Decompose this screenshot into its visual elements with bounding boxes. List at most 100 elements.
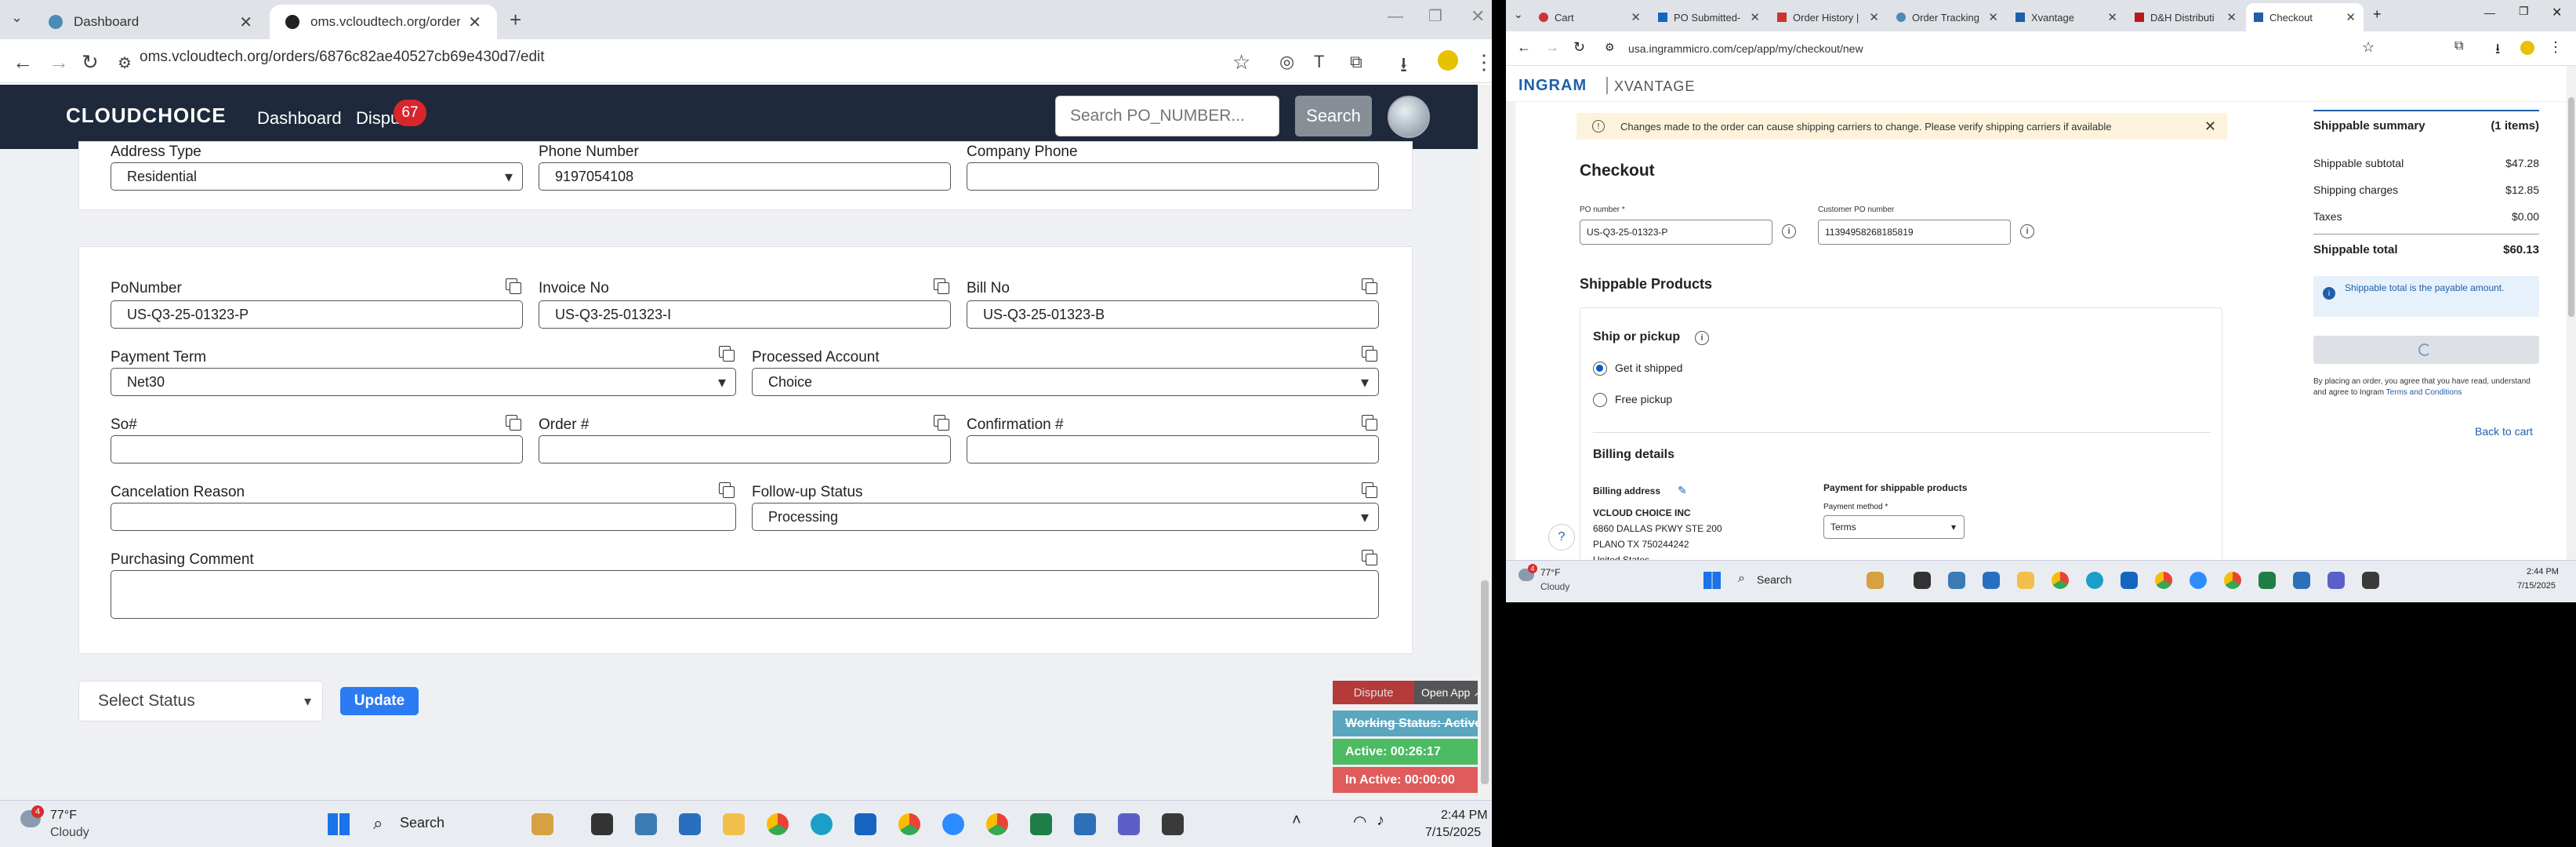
restore-icon[interactable]: ❐ — [2519, 5, 2529, 18]
clock-date[interactable]: 7/15/2025 — [1425, 826, 1481, 840]
tab-list-icon[interactable]: ⌄ — [11, 9, 23, 26]
scrollbar-thumb[interactable] — [1481, 580, 1489, 784]
folder-icon[interactable] — [723, 813, 745, 835]
copy-icon[interactable] — [1362, 482, 1377, 498]
update-button[interactable]: Update — [340, 687, 419, 715]
ship-radio[interactable] — [1593, 362, 1607, 376]
ingram-logo[interactable]: INGRAM — [1518, 77, 1587, 95]
tab-order-tracking[interactable]: Order Tracking ✕ — [1888, 3, 2006, 31]
windows-start-icon[interactable] — [328, 813, 350, 835]
address-bar[interactable]: usa.ingrammicro.com/cep/app/my/checkout/… — [1628, 42, 1863, 55]
forward-icon[interactable]: → — [1545, 39, 1559, 56]
copy-icon[interactable] — [1362, 415, 1377, 431]
teams-icon[interactable] — [1118, 813, 1140, 835]
tab-order-edit[interactable]: oms.vcloudtech.org/orders/68 ✕ — [270, 5, 497, 39]
scrollbar[interactable] — [2567, 66, 2576, 560]
close-icon[interactable]: ✕ — [2107, 10, 2117, 24]
close-icon[interactable]: ✕ — [239, 13, 252, 32]
copy-icon[interactable] — [1362, 278, 1377, 294]
chrome-icon[interactable] — [767, 813, 789, 835]
folder-icon[interactable] — [2017, 572, 2034, 589]
tab-dh-distributing[interactable]: D&H Distributi ✕ — [2127, 3, 2244, 31]
cloudchoice-logo[interactable]: CLOUDCHOICE — [66, 104, 227, 128]
followup-select[interactable]: Processing — [752, 503, 1379, 531]
po-search-input[interactable] — [1055, 96, 1279, 136]
profile-icon[interactable] — [1438, 50, 1458, 71]
dispute-tab[interactable]: Dispute — [1333, 681, 1414, 704]
minimize-icon[interactable]: — — [1388, 8, 1403, 26]
copy-icon[interactable] — [1362, 550, 1377, 565]
widgets-icon[interactable] — [532, 813, 553, 835]
scrollbar-thumb[interactable] — [2568, 97, 2574, 317]
po-number-field[interactable]: US-Q3-25-01323-P — [111, 300, 523, 329]
minimize-icon[interactable]: — — [2484, 6, 2495, 19]
company-phone-field[interactable] — [967, 162, 1379, 191]
menu-icon[interactable]: ⋮ — [2549, 39, 2563, 56]
pickup-radio[interactable] — [1593, 393, 1607, 407]
notes-icon[interactable] — [2362, 572, 2379, 589]
reload-icon[interactable]: ↻ — [1573, 39, 1585, 56]
forward-icon[interactable]: → — [49, 50, 69, 75]
search-icon[interactable]: ⌕ — [373, 813, 383, 834]
address-type-select[interactable]: Residential — [111, 162, 523, 191]
edit-pencil-icon[interactable]: ✎ — [1678, 484, 1687, 497]
reload-icon[interactable]: ↻ — [82, 50, 99, 75]
bookmark-star-icon[interactable]: ☆ — [2362, 39, 2375, 56]
customer-po-field[interactable]: 11394958268185819 — [1818, 220, 2011, 245]
copy-icon[interactable] — [506, 415, 521, 431]
extensions-icon[interactable]: ⧉ — [2454, 39, 2463, 53]
edge-icon[interactable] — [811, 813, 833, 835]
app-icon[interactable] — [1948, 572, 1965, 589]
payment-term-select[interactable]: Net30 — [111, 368, 736, 396]
outlook-icon[interactable] — [2121, 572, 2138, 589]
info-icon[interactable]: i — [2020, 224, 2034, 238]
new-tab-icon[interactable]: + — [510, 8, 521, 32]
profile-icon[interactable] — [2520, 41, 2534, 55]
po-number-field[interactable]: US-Q3-25-01323-P — [1580, 220, 1772, 245]
chrome-icon[interactable] — [2224, 572, 2241, 589]
confirmation-field[interactable] — [967, 435, 1379, 463]
so-field[interactable] — [111, 435, 523, 463]
back-to-cart-link[interactable]: Back to cart — [2475, 425, 2533, 438]
chrome-icon[interactable] — [2052, 572, 2069, 589]
invoice-field[interactable]: US-Q3-25-01323-I — [539, 300, 951, 329]
close-icon[interactable]: ✕ — [1869, 10, 1879, 24]
download-icon[interactable]: ⭳ — [1400, 50, 1407, 85]
snip-icon[interactable] — [2293, 572, 2310, 589]
close-icon[interactable]: ✕ — [2226, 10, 2237, 24]
copy-icon[interactable] — [719, 482, 735, 498]
calculator-icon[interactable] — [1983, 572, 2000, 589]
notes-icon[interactable] — [1162, 813, 1184, 835]
teams-icon[interactable] — [2327, 572, 2345, 589]
tab-xvantage[interactable]: Xvantage ✕ — [2008, 3, 2125, 31]
side-scrollbar[interactable] — [1506, 102, 1515, 560]
reader-icon[interactable]: T — [1314, 52, 1324, 72]
windows-start-icon[interactable] — [1703, 572, 1721, 589]
bookmark-star-icon[interactable]: ☆ — [1232, 50, 1250, 75]
avatar[interactable] — [1388, 96, 1430, 138]
taskbar-search[interactable]: Search — [1757, 573, 1791, 586]
extensions-icon[interactable]: ⧉ — [1350, 52, 1362, 72]
processed-account-select[interactable]: Choice — [752, 368, 1379, 396]
ship-option-label[interactable]: Get it shipped — [1615, 362, 1682, 374]
search-button[interactable]: Search — [1295, 96, 1372, 136]
close-icon[interactable]: ✕ — [2346, 10, 2356, 24]
tab-checkout[interactable]: Checkout ✕ — [2246, 3, 2364, 31]
clock-time[interactable]: 2:44 PM — [2527, 567, 2559, 576]
file-icon[interactable] — [591, 813, 613, 835]
close-window-icon[interactable]: ✕ — [2552, 5, 2562, 20]
file-icon[interactable] — [1914, 572, 1931, 589]
close-icon[interactable]: ✕ — [1988, 10, 1998, 24]
calculator-icon[interactable] — [679, 813, 701, 835]
copy-icon[interactable] — [934, 278, 949, 294]
close-icon[interactable]: ✕ — [1750, 10, 1760, 24]
clock-date[interactable]: 7/15/2025 — [2517, 581, 2556, 591]
tab-list-icon[interactable]: ⌄ — [1514, 8, 1523, 21]
tab-dashboard[interactable]: Dashboard ✕ — [33, 5, 268, 39]
translate-icon[interactable]: ◎ — [1279, 52, 1294, 72]
download-icon[interactable]: ⭳ — [2495, 39, 2500, 63]
chrome-icon[interactable] — [986, 813, 1008, 835]
app-icon[interactable] — [635, 813, 657, 835]
close-icon[interactable]: ✕ — [468, 13, 481, 32]
nav-dashboard[interactable]: Dashboard — [257, 108, 342, 129]
